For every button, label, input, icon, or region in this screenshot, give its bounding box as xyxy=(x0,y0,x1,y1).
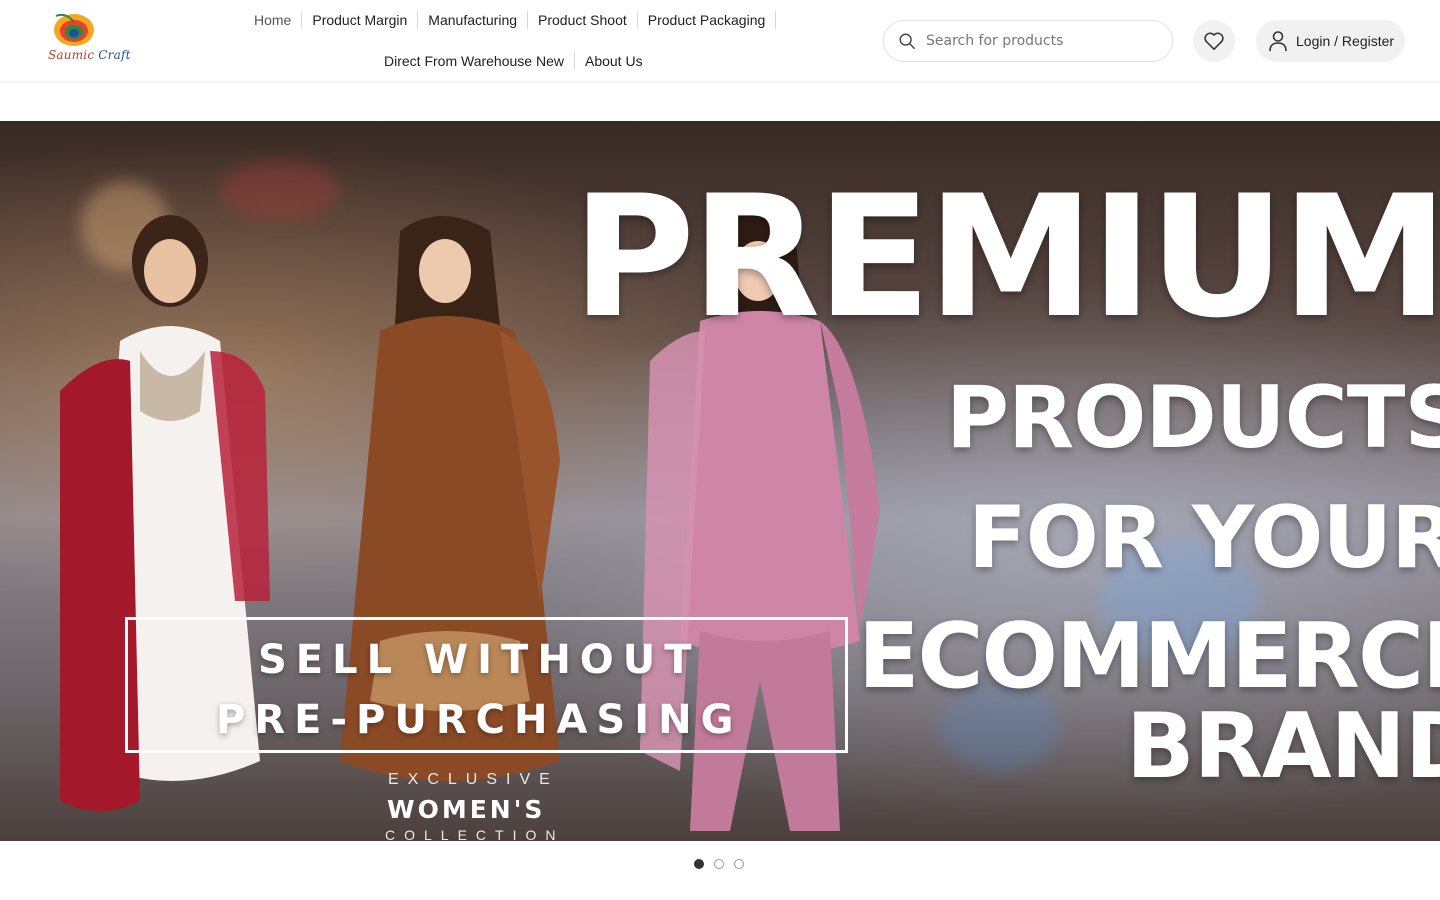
nav-home[interactable]: Home xyxy=(244,11,303,29)
site-header: Saumic Craft Home Product Margin Manufac… xyxy=(0,0,1440,81)
search-icon[interactable] xyxy=(898,32,916,50)
wishlist-button[interactable] xyxy=(1193,20,1235,62)
login-label: Login / Register xyxy=(1296,33,1395,49)
nav-direct-from-warehouse[interactable]: Direct From Warehouse New xyxy=(374,52,575,70)
search-input[interactable] xyxy=(926,33,1156,49)
nav-product-margin[interactable]: Product Margin xyxy=(302,11,419,29)
hero-headline-products: PRODUCTS xyxy=(946,368,1440,468)
womens-text: WOMEN'S xyxy=(387,795,546,824)
sell-without-text: SELL WITHOUT xyxy=(258,637,701,683)
slider-dot-3[interactable] xyxy=(734,859,744,869)
collection-text: COLLECTION xyxy=(385,827,565,841)
nav-product-packaging[interactable]: Product Packaging xyxy=(638,11,777,29)
nav-manufacturing[interactable]: Manufacturing xyxy=(418,11,529,29)
hero-headline-brand: BRAND xyxy=(1126,694,1440,799)
main-nav-row-2: Direct From Warehouse New About Us xyxy=(374,51,653,71)
heart-icon xyxy=(1204,32,1224,50)
hero-headline-for-your: FOR YOUR xyxy=(968,488,1440,588)
nav-about-us[interactable]: About Us xyxy=(575,52,653,70)
slider-dot-2[interactable] xyxy=(714,859,724,869)
brand-logo[interactable]: Saumic Craft xyxy=(44,10,130,66)
slider-dot-1[interactable] xyxy=(694,859,704,869)
exclusive-text: EXCLUSIVE xyxy=(388,771,559,788)
hero-headline-premium: PREMIUM xyxy=(572,159,1440,355)
product-search xyxy=(883,20,1173,62)
user-icon xyxy=(1269,31,1287,52)
main-nav-row-1: Home Product Margin Manufacturing Produc… xyxy=(244,10,777,30)
peacock-feather-icon xyxy=(54,13,94,46)
hero-banner[interactable]: PREMIUM PRODUCTS FOR YOUR ECOMMERCE BRAN… xyxy=(0,121,1440,841)
brand-name: Saumic Craft xyxy=(48,48,131,62)
slider-pagination xyxy=(694,859,744,869)
login-register-button[interactable]: Login / Register xyxy=(1256,20,1405,62)
nav-product-shoot[interactable]: Product Shoot xyxy=(528,11,638,29)
pre-purchasing-text: PRE-PURCHASING xyxy=(216,697,743,743)
hero-headline-ecommerce: ECOMMERCE xyxy=(858,604,1440,709)
